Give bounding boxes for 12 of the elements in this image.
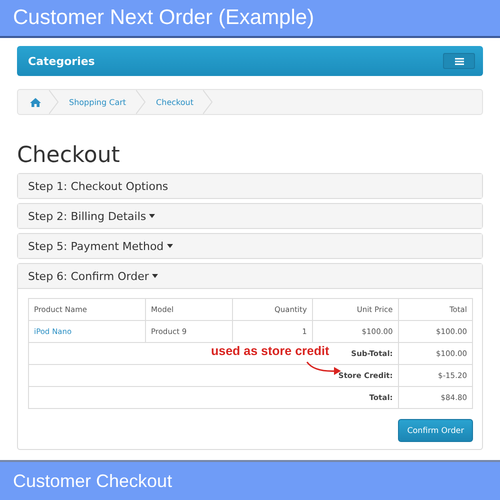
menu-button[interactable] bbox=[443, 53, 475, 69]
menu-icon bbox=[454, 58, 464, 64]
page-heading: Checkout bbox=[17, 143, 121, 168]
home-icon bbox=[30, 98, 41, 106]
step-link[interactable]: Step 5: Payment Method bbox=[28, 240, 164, 252]
banner-title: Customer Checkout bbox=[13, 470, 172, 492]
step-link[interactable]: Step 1: Checkout Options bbox=[28, 180, 168, 192]
banner-title: Customer Next Order (Example) bbox=[13, 6, 314, 30]
navbar-label: Categories bbox=[28, 54, 95, 68]
annotation-text: used as store credit bbox=[211, 344, 330, 358]
step-link[interactable]: Step 6: Confirm Order bbox=[28, 270, 149, 282]
step-link[interactable]: Step 2: Billing Details bbox=[28, 210, 146, 222]
